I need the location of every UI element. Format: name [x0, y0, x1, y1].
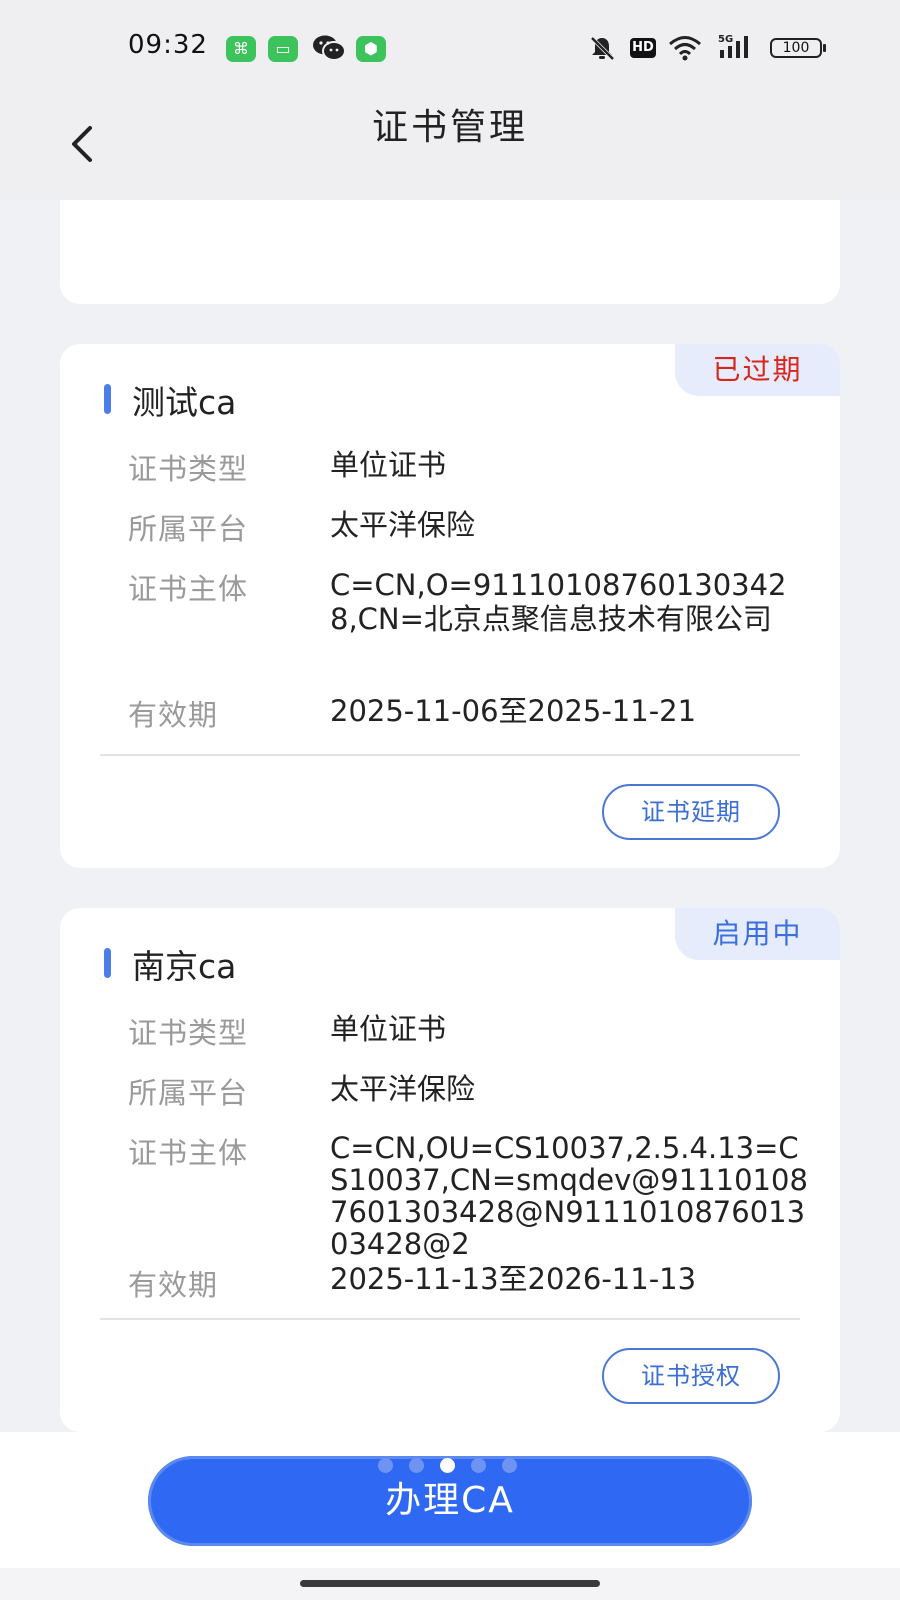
- certificate-type-value: 单位证书: [330, 448, 447, 482]
- status-time: 09:32: [128, 30, 208, 60]
- divider: [100, 754, 800, 756]
- certificate-type-label: 证书类型: [128, 1016, 249, 1050]
- message-app-icon: ▭: [268, 36, 298, 62]
- status-bar: 09:32 ⌘ ▭ ⬢ HD 5G 100: [0, 0, 900, 96]
- certificate-type-value: 单位证书: [330, 1012, 447, 1046]
- validity-value: 2025-11-06至2025-11-21: [330, 694, 697, 728]
- certificate-subject-value: C=CN,OU=CS10037,2.5.4.13=CS10037,CN=smqd…: [330, 1131, 808, 1261]
- network-label: 5G: [718, 34, 733, 45]
- certificate-title: 测试ca: [132, 383, 237, 422]
- title-marker: [104, 948, 111, 978]
- signal-icon: 5G: [718, 32, 758, 66]
- certificate-card-expired: 已过期 测试ca 证书类型 单位证书 所属平台 太平洋保险 证书主体 C=CN,…: [60, 344, 840, 868]
- divider: [100, 1318, 800, 1320]
- pager-dot[interactable]: [409, 1458, 424, 1473]
- certificate-subject-value: C=CN,O=911101087601303428,CN=北京点聚信息技术有限公…: [330, 568, 787, 636]
- certificate-card-active: 启用中 南京ca 证书类型 单位证书 所属平台 太平洋保险 证书主体 C=CN,…: [60, 908, 840, 1432]
- platform-value: 太平洋保险: [330, 1072, 476, 1106]
- certificate-title: 南京ca: [132, 947, 237, 986]
- pager-dot[interactable]: [502, 1458, 517, 1473]
- certificate-subject-label: 证书主体: [128, 1136, 249, 1170]
- hd-badge: HD: [630, 38, 656, 58]
- extend-certificate-button[interactable]: 证书延期: [602, 784, 780, 840]
- certificate-management-screen: 09:32 ⌘ ▭ ⬢ HD 5G 100 已过期 测试ca 证书类型 单位证书…: [0, 0, 900, 1600]
- platform-value: 太平洋保险: [330, 508, 476, 542]
- security-app-icon: ⬢: [356, 36, 386, 62]
- pager-dot[interactable]: [440, 1458, 455, 1473]
- authorize-certificate-button[interactable]: 证书授权: [602, 1348, 780, 1404]
- platform-label: 所属平台: [128, 512, 249, 546]
- certificate-type-label: 证书类型: [128, 452, 249, 486]
- pager-dot[interactable]: [378, 1458, 393, 1473]
- platform-label: 所属平台: [128, 1076, 249, 1110]
- home-indicator[interactable]: [300, 1580, 600, 1587]
- bottom-action-bar: 办理CA: [0, 1432, 900, 1568]
- notification-app-icon: ⌘: [226, 36, 256, 62]
- certificate-subject-label: 证书主体: [128, 572, 249, 606]
- page-title: 证书管理: [371, 107, 528, 148]
- validity-label: 有效期: [128, 698, 219, 732]
- validity-value: 2025-11-13至2026-11-13: [330, 1262, 697, 1296]
- wifi-icon: [668, 34, 702, 66]
- title-marker: [104, 384, 111, 414]
- battery-icon: 100: [770, 38, 826, 58]
- status-badge: 已过期: [675, 344, 840, 396]
- wechat-icon: [312, 34, 346, 66]
- pager-dot[interactable]: [471, 1458, 486, 1473]
- validity-label: 有效期: [128, 1268, 219, 1302]
- status-badge: 启用中: [675, 908, 840, 960]
- gesture-area: [0, 1568, 900, 1600]
- mute-icon: [588, 34, 616, 66]
